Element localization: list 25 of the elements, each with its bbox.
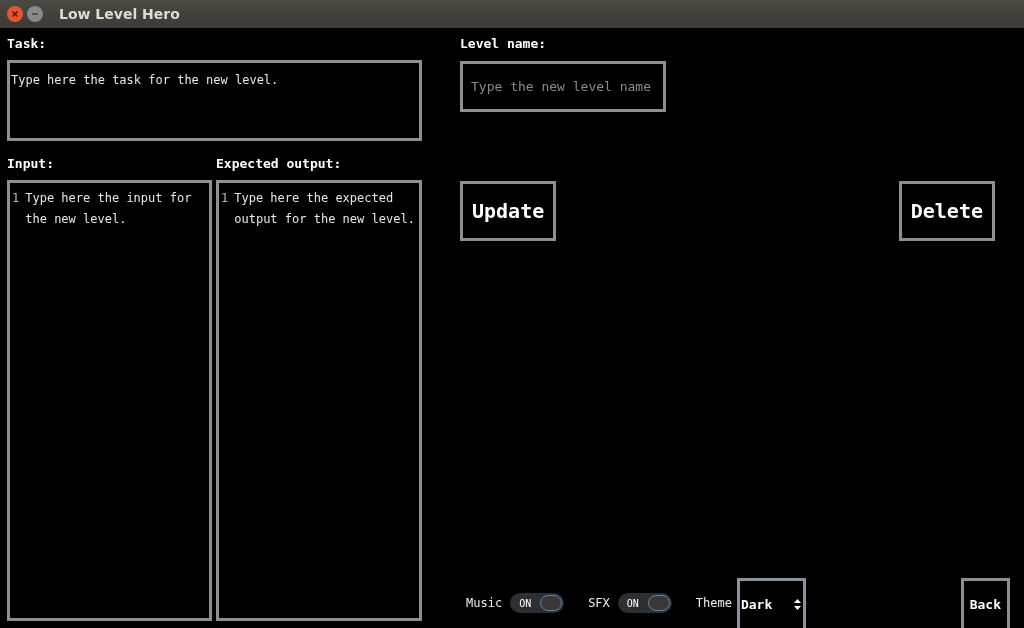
theme-select[interactable]: Dark [736,578,806,628]
window-title: Low Level Hero [59,6,180,22]
field-label: Input: [7,156,55,171]
update-button[interactable]: Update [460,181,557,241]
toggle-label: Music [466,596,503,610]
field-label: Level name: [460,36,548,51]
field-label: Expected output: [216,156,343,171]
close-icon[interactable] [7,6,23,22]
minimize-icon[interactable] [27,6,43,22]
line-number: 1 [221,190,229,207]
task-text-area[interactable]: Type here the task for the new level. [7,60,422,141]
field-label: Task: [7,36,48,51]
level-name-field[interactable]: Type the new level name [460,61,666,112]
placeholder-text: Type here the input for the new level. [25,190,193,228]
toggle-label: SFX [588,596,610,610]
delete-button[interactable]: Delete [898,181,995,241]
updown-caret-icon [793,599,801,610]
back-button[interactable]: Back [960,578,1010,628]
code-editor[interactable]: 1 Type here the expected output for the new level. [216,180,422,621]
code-editor[interactable]: 1 Type here the input for the new level. [7,180,212,621]
theme-label: Theme [695,596,732,610]
placeholder-text: Type here the expected output for the new level. [234,190,416,228]
toggle-switch[interactable]: ON [510,593,565,613]
toggle-switch[interactable]: ON [617,593,672,613]
line-number: 1 [12,190,20,207]
